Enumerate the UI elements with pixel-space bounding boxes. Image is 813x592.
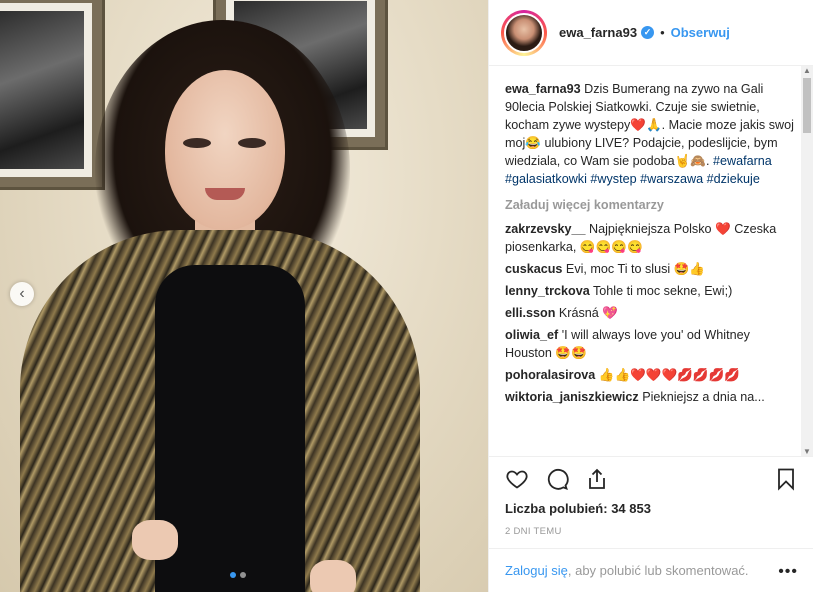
comment-username[interactable]: cuskacus bbox=[505, 262, 562, 276]
caption-username[interactable]: ewa_farna93 bbox=[505, 82, 581, 96]
avatar[interactable] bbox=[501, 9, 547, 56]
share-icon[interactable] bbox=[585, 467, 609, 491]
scroll-up-icon[interactable]: ▲ bbox=[801, 66, 813, 75]
post-timestamp[interactable]: 2 dni temu bbox=[505, 526, 798, 537]
comment-item: zakrzevsky__ Najpiękniejsza Polsko ❤️ Cz… bbox=[505, 220, 795, 256]
comment-text: Tohle ti moc sekne, Ewi;) bbox=[592, 284, 733, 298]
comments-list: ewa_farna93 Dzis Bumerang na zywo na Gal… bbox=[505, 80, 795, 452]
hashtag-link[interactable]: #dziekuje bbox=[707, 172, 760, 186]
comment-username[interactable]: zakrzevsky__ bbox=[505, 222, 586, 236]
hashtag-link[interactable]: #warszawa bbox=[640, 172, 703, 186]
comment-username[interactable]: elli.sson bbox=[505, 306, 555, 320]
likes-label: Liczba polubień: bbox=[505, 501, 608, 516]
comment-item: pohoralasirova 👍👍❤️❤️❤️💋💋💋💋 bbox=[505, 366, 795, 384]
comment-text: Piekniejsz a dnia na... bbox=[642, 390, 765, 404]
post-actions: Liczba polubień: 34 853 2 dni temu bbox=[489, 456, 813, 537]
comment-item: cuskacus Evi, moc Ti to slusi 🤩👍 bbox=[505, 260, 795, 278]
comment-item: elli.sson Krásná 💖 bbox=[505, 304, 795, 322]
scroll-down-icon[interactable]: ▼ bbox=[801, 447, 813, 456]
photo-subject-hand bbox=[132, 520, 178, 560]
comment-username[interactable]: wiktoria_janiszkiewicz bbox=[505, 390, 639, 404]
photo-subject-face bbox=[165, 70, 285, 230]
post-side-panel: ewa_farna93 ✓ • Obserwuj ewa_farna93 Dzi… bbox=[488, 0, 813, 592]
login-link[interactable]: Zaloguj się bbox=[505, 563, 568, 578]
header-username[interactable]: ewa_farna93 bbox=[559, 25, 637, 40]
likes-number: 34 853 bbox=[611, 501, 651, 516]
likes-count[interactable]: Liczba polubień: 34 853 bbox=[505, 501, 798, 516]
load-more-comments-button[interactable]: Załaduj więcej komentarzy bbox=[505, 198, 795, 212]
comment-text: 👍👍❤️❤️❤️💋💋💋💋 bbox=[598, 368, 740, 382]
login-prompt: Zaloguj się , aby polubić lub skomentowa… bbox=[489, 548, 813, 592]
comments-scrollbar[interactable]: ▲ ▼ bbox=[801, 66, 813, 456]
header-separator: • bbox=[660, 25, 665, 40]
comment-text: Evi, moc Ti to slusi 🤩👍 bbox=[565, 262, 706, 276]
post-header: ewa_farna93 ✓ • Obserwuj bbox=[489, 0, 813, 66]
carousel-dots bbox=[230, 572, 246, 578]
photo-subject-mouth bbox=[205, 188, 245, 200]
scrollbar-thumb[interactable] bbox=[803, 78, 811, 133]
bookmark-icon[interactable] bbox=[774, 467, 798, 491]
comment-item: lenny_trckova Tohle ti moc sekne, Ewi;) bbox=[505, 282, 795, 300]
follow-button[interactable]: Obserwuj bbox=[671, 25, 730, 40]
comment-item: oliwia_ef 'I will always love you' od Wh… bbox=[505, 326, 795, 362]
heart-icon[interactable] bbox=[505, 467, 529, 491]
wall-picture-frame bbox=[0, 0, 105, 190]
photo-subject-hand bbox=[310, 560, 356, 592]
photo-subject-eye bbox=[238, 138, 266, 148]
post-caption: ewa_farna93 Dzis Bumerang na zywo na Gal… bbox=[505, 80, 795, 188]
login-prompt-text: , aby polubić lub skomentować. bbox=[567, 563, 749, 578]
carousel-dot bbox=[240, 572, 246, 578]
previous-photo-button[interactable]: ‹ bbox=[10, 282, 34, 306]
hashtag-link[interactable]: #ewafarna bbox=[713, 154, 772, 168]
hashtag-link[interactable]: #galasiatkowki bbox=[505, 172, 587, 186]
chevron-left-icon: ‹ bbox=[19, 285, 25, 302]
comment-item: wiktoria_janiszkiewicz Piekniejsz a dnia… bbox=[505, 388, 795, 406]
comment-username[interactable]: pohoralasirova bbox=[505, 368, 595, 382]
hashtag-link[interactable]: #wystep bbox=[590, 172, 636, 186]
comment-username[interactable]: lenny_trckova bbox=[505, 284, 590, 298]
comment-icon[interactable] bbox=[545, 467, 569, 491]
post-photo[interactable]: ‹ bbox=[0, 0, 488, 592]
comment-username[interactable]: oliwia_ef bbox=[505, 328, 558, 342]
photo-subject-eye bbox=[183, 138, 211, 148]
comment-text: Krásná 💖 bbox=[558, 306, 618, 320]
more-options-icon[interactable]: ••• bbox=[778, 563, 798, 581]
carousel-dot-active bbox=[230, 572, 236, 578]
verified-badge-icon: ✓ bbox=[641, 26, 655, 39]
